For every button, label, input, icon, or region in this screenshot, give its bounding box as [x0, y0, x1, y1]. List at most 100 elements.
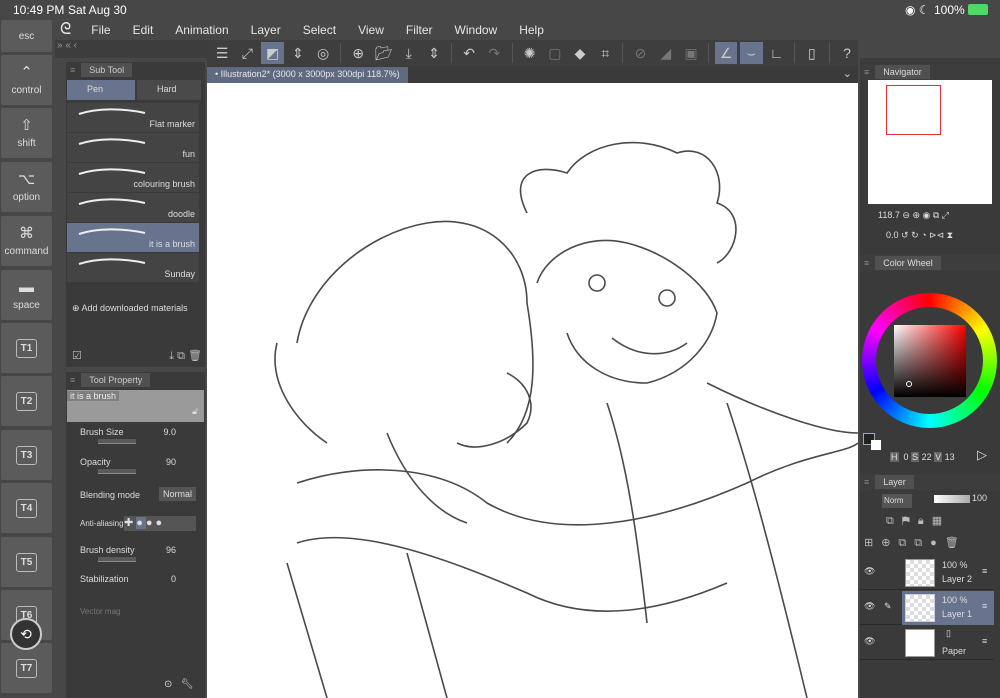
layer-action-icons[interactable]: ⊞⊕⧉⧉●🗑︎ — [864, 536, 967, 550]
new-file-icon[interactable]: ⊕ — [347, 42, 369, 64]
menu-window[interactable]: Window — [455, 23, 498, 37]
anti-aliasing-row[interactable]: Anti-aliasing ✚●●● — [80, 516, 198, 531]
rotate-floating-button[interactable]: ⟲ — [10, 618, 42, 650]
menu-edit[interactable]: Edit — [133, 23, 154, 37]
hue-ring[interactable] — [862, 293, 997, 428]
zoom-out-icon[interactable]: ⊖ — [902, 210, 910, 220]
lock-icon[interactable]: 🔓︎ — [192, 406, 198, 417]
layer-opacity-slider[interactable] — [934, 495, 970, 503]
saturation-value-square[interactable] — [894, 325, 966, 397]
menu-icon[interactable]: ☰ — [211, 42, 233, 64]
rotate-right-icon[interactable]: ↻ — [911, 230, 919, 240]
shift-key[interactable]: ⇧ shift — [1, 108, 52, 158]
t2-key[interactable]: T2 — [1, 376, 52, 426]
menu-filter[interactable]: Filter — [406, 23, 433, 37]
redo-icon[interactable]: ↷ — [483, 42, 505, 64]
fit-screen-icon[interactable]: ⤢ — [236, 42, 258, 64]
quick-access-icon[interactable]: ◩ — [261, 42, 284, 64]
viewport-rect[interactable] — [886, 85, 941, 135]
brush-item[interactable]: colouring brush — [67, 163, 199, 192]
brush-size-row[interactable]: Brush Size 9.0 — [80, 427, 198, 444]
stabilization-row[interactable]: Stabilization 0 — [80, 574, 198, 584]
fill-icon[interactable]: ◆ — [569, 42, 591, 64]
brush-item[interactable]: Flat marker — [67, 103, 199, 132]
clear-icon[interactable]: ▢ — [544, 42, 566, 64]
grid-snap-icon[interactable]: ∟ — [766, 42, 788, 64]
drag-handle-icon[interactable]: ≡ — [982, 601, 987, 611]
eye-icon[interactable]: 👁︎ — [864, 636, 875, 647]
save-icon[interactable]: ⤓ — [398, 42, 420, 64]
deselect-icon[interactable]: ⊘ — [629, 42, 651, 64]
layer-row-layer-1[interactable]: 👁︎ ✎ 100 % Layer 1 ≡ — [860, 591, 994, 625]
layer-opacity-value[interactable]: 100 — [972, 493, 987, 503]
flip-icon[interactable]: ⊳⊲ ⧗ — [929, 230, 953, 240]
option-key[interactable]: ⌥ option — [1, 162, 52, 212]
eye-icon[interactable]: 👁︎ — [864, 601, 875, 612]
control-key[interactable]: ⌃ control — [1, 55, 52, 105]
opacity-value[interactable]: 90 — [166, 457, 176, 467]
trash-icon[interactable]: 🗑︎ — [188, 350, 202, 362]
copy-icon[interactable]: ⧉ — [177, 350, 185, 362]
zoom-in-icon[interactable]: ⊕ — [912, 210, 920, 220]
tab-pen[interactable]: Pen — [67, 80, 135, 100]
collapse-icon[interactable]: » « ‹ — [57, 40, 77, 51]
open-folder-icon[interactable]: 📂︎ — [372, 42, 394, 64]
sub-color-swatch[interactable] — [871, 440, 881, 450]
t3-key[interactable]: T3 — [1, 430, 52, 480]
chevron-down-icon[interactable]: ⌄ — [843, 67, 852, 80]
menu-layer[interactable]: Layer — [251, 23, 281, 37]
brush-item[interactable]: doodle — [67, 193, 199, 222]
document-tab[interactable]: • Illustration2* (3000 x 3000px 300dpi 1… — [207, 67, 408, 83]
t1-key[interactable]: T1 — [1, 323, 52, 373]
layer-lock-icons[interactable]: ⧉⚑🔒︎▦ — [886, 514, 950, 528]
brush-item[interactable]: it is a brush — [67, 223, 199, 252]
clip-studio-icon[interactable]: ◎ — [312, 42, 334, 64]
drag-handle-icon[interactable]: ≡ — [982, 636, 987, 646]
smartphone-icon[interactable]: ▯ — [801, 42, 823, 64]
eye-icon[interactable]: 👁︎ — [864, 566, 875, 577]
tool-property-footer-icons[interactable]: ⊙ 🔧︎ — [164, 679, 193, 690]
help-icon[interactable]: ? — [836, 42, 858, 64]
transform-icon[interactable]: ⌗ — [594, 42, 616, 64]
zoom-value[interactable]: 118.7 — [878, 210, 900, 220]
menu-file[interactable]: File — [91, 23, 110, 37]
brush-size-value[interactable]: 9.0 — [163, 427, 176, 437]
add-downloaded-materials-button[interactable]: ⊕ Add downloaded materials — [72, 303, 188, 314]
blending-select[interactable]: Normal — [158, 487, 196, 501]
updown-icon[interactable]: ⇕ — [287, 42, 309, 64]
zoom-reset-icon[interactable]: ◉ — [923, 210, 931, 220]
play-icon[interactable]: ▷ — [977, 447, 987, 463]
import-icon[interactable]: ⤓ — [169, 350, 174, 362]
opacity-row[interactable]: Opacity 90 — [80, 457, 198, 474]
ruler-snap-icon[interactable]: ∠ — [715, 42, 738, 64]
esc-key[interactable]: esc — [1, 20, 52, 52]
color-picker-handle[interactable] — [906, 381, 912, 387]
fit-icon[interactable]: ⧉ ⤢ — [933, 210, 949, 220]
navigator-preview[interactable] — [868, 80, 992, 204]
t4-key[interactable]: T4 — [1, 483, 52, 533]
rotate-left-icon[interactable]: ↺ — [901, 230, 909, 240]
blending-mode-row[interactable]: Blending mode Normal — [80, 487, 198, 501]
settings-icon[interactable]: ☑ — [72, 349, 82, 363]
stabilization-value[interactable]: 0 — [171, 574, 176, 584]
updown-icon[interactable]: ⇕ — [423, 42, 445, 64]
t7-key[interactable]: T7 — [1, 643, 52, 693]
layer-row-layer-2[interactable]: 👁︎ 100 % Layer 2 ≡ — [860, 556, 994, 590]
vector-magnet-row[interactable]: Vector mag — [80, 607, 198, 616]
t5-key[interactable]: T5 — [1, 537, 52, 587]
invert-icon[interactable]: ◢ — [655, 42, 677, 64]
layer-blend-select[interactable]: Norm — [882, 494, 912, 508]
command-key[interactable]: ⌘ command — [1, 216, 52, 266]
space-key[interactable]: ▬ space — [1, 270, 52, 320]
brush-density-row[interactable]: Brush density 96 — [80, 545, 198, 562]
loading-icon[interactable]: ✺ — [518, 42, 540, 64]
menu-view[interactable]: View — [358, 23, 384, 37]
undo-icon[interactable]: ↶ — [458, 42, 480, 64]
menu-select[interactable]: Select — [303, 23, 336, 37]
drag-handle-icon[interactable]: ≡ — [982, 566, 987, 576]
tab-hard[interactable]: Hard — [137, 80, 201, 100]
layer-row-paper[interactable]: 👁︎ ▯ Paper ≡ — [860, 626, 994, 660]
clip-studio-logo-icon[interactable]: ᘓ — [60, 21, 71, 39]
brush-item[interactable]: Sunday — [67, 253, 199, 282]
antialias-options[interactable]: ✚●●● — [124, 516, 196, 531]
